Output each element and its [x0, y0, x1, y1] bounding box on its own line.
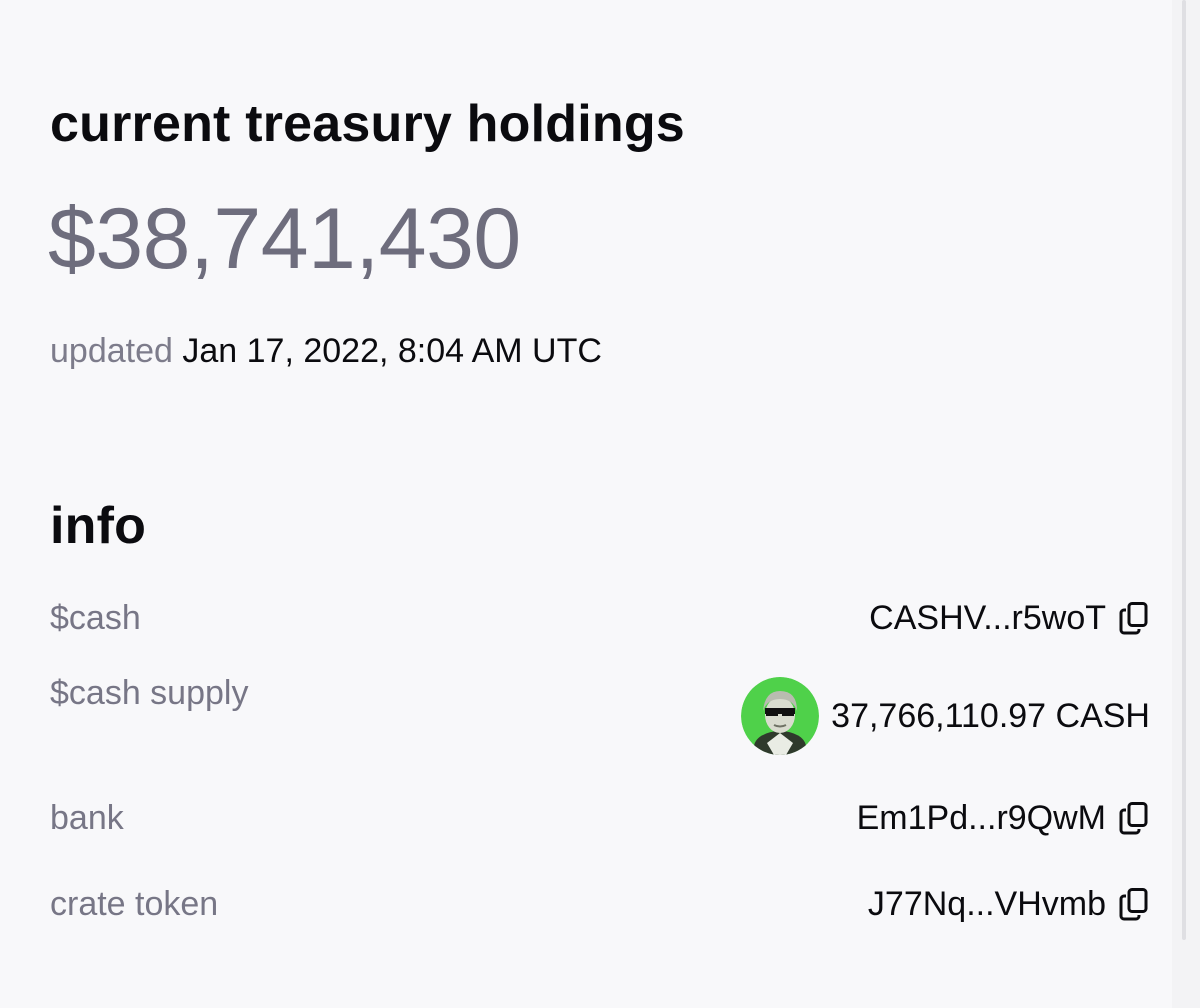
info-label-cash-supply: $cash supply: [50, 674, 249, 712]
updated-timestamp: updated Jan 17, 2022, 8:04 AM UTC: [50, 334, 602, 368]
info-title: info: [50, 497, 147, 555]
info-value-bank: Em1Pd...r9QwM: [857, 799, 1150, 838]
info-row-crate-token: crate token J77Nq...VHvmb: [50, 874, 1150, 934]
updated-time: Jan 17, 2022, 8:04 AM UTC: [182, 332, 602, 370]
treasury-amount: $38,741,430: [48, 191, 521, 287]
copy-icon[interactable]: [1118, 801, 1150, 835]
info-value-cash-supply: 37,766,110.97 CASH: [741, 677, 1150, 755]
scrollbar-thumb[interactable]: [1182, 0, 1186, 940]
cash-token-avatar-icon: [741, 677, 820, 755]
copy-icon[interactable]: [1118, 887, 1150, 921]
info-label-crate-token: crate token: [50, 884, 219, 923]
info-row-bank: bank Em1Pd...r9QwM: [50, 788, 1150, 848]
info-label-cash: $cash: [50, 598, 141, 637]
info-value-cash: CASHV...r5woT: [869, 599, 1150, 638]
cash-address[interactable]: CASHV...r5woT: [869, 599, 1106, 638]
treasury-title: current treasury holdings: [50, 95, 685, 153]
crate-token-address[interactable]: J77Nq...VHvmb: [868, 885, 1106, 924]
updated-label: updated: [50, 332, 173, 370]
info-label-bank: bank: [50, 798, 124, 837]
info-value-crate-token: J77Nq...VHvmb: [868, 885, 1150, 924]
bank-address[interactable]: Em1Pd...r9QwM: [857, 799, 1106, 838]
info-row-cash: $cash CASHV...r5woT: [50, 588, 1150, 648]
cash-supply-amount: 37,766,110.97 CASH: [831, 696, 1150, 735]
info-row-cash-supply: $cash supply 37,766,110.97 CASH: [50, 674, 1150, 755]
scrollbar[interactable]: [1172, 0, 1200, 1008]
copy-icon[interactable]: [1118, 601, 1150, 635]
